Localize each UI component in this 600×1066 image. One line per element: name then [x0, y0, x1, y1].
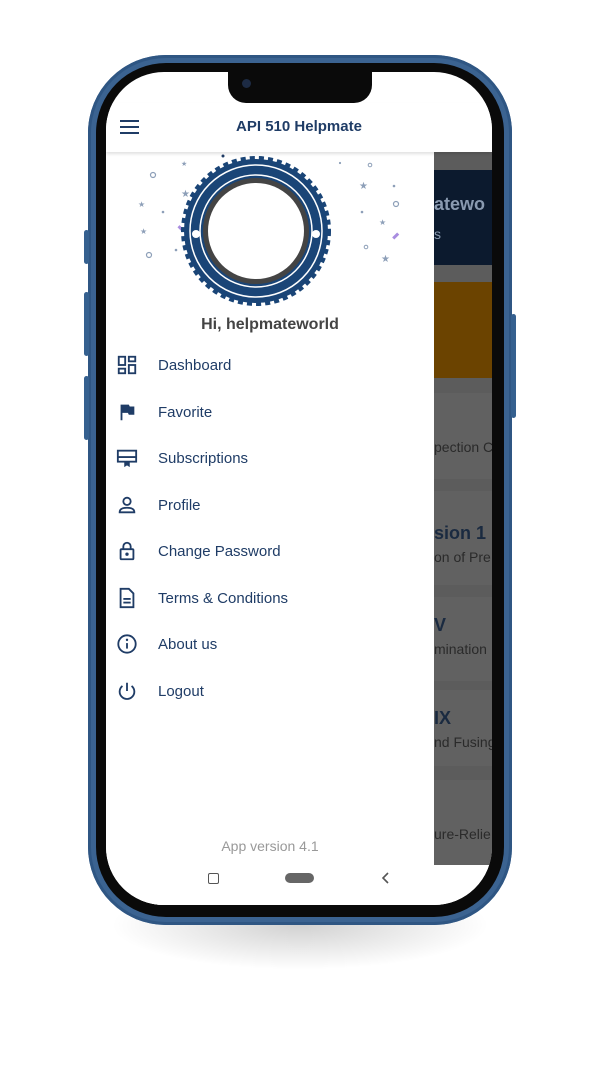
dashboard-icon: [117, 355, 137, 375]
menu-item-dashboard[interactable]: Dashboard: [116, 350, 416, 380]
menu-item-logout[interactable]: Logout: [116, 676, 416, 706]
system-nav-bar: [106, 865, 492, 905]
menu-item-change-password[interactable]: Change Password: [116, 536, 416, 566]
power-icon: [118, 682, 136, 700]
home-icon[interactable]: [285, 873, 314, 883]
navigation-drawer: ★ ★ ★ ★ ★ ★ ★ Hi, helpmateworld Dashboard Fav…: [106, 152, 434, 905]
screen: API 510 Helpmate atewo s pection C sion 1…: [106, 72, 492, 905]
person-icon: [118, 496, 136, 514]
bg-card: atewo s: [434, 170, 492, 265]
app-header: API 510 Helpmate: [106, 103, 492, 152]
app-version: App version 4.1: [221, 838, 319, 854]
svg-text:★: ★: [138, 200, 145, 209]
menu-item-about[interactable]: About us: [116, 629, 416, 659]
app-title: API 510 Helpmate: [236, 118, 362, 135]
bg-card: pection C: [434, 393, 492, 479]
menu-item-subscriptions[interactable]: Subscriptions: [116, 443, 416, 473]
bg-card: [434, 282, 492, 378]
phone-side-button: [84, 376, 89, 440]
svg-text:★: ★: [359, 181, 368, 192]
menu-item-label: Profile: [158, 496, 201, 514]
subscriptions-icon: [116, 449, 138, 468]
menu-item-label: Logout: [158, 682, 204, 700]
notch: [228, 72, 372, 103]
menu-item-label: Dashboard: [158, 356, 232, 374]
bg-card: IX nd Fusing: [434, 690, 492, 766]
menu-item-label: Terms & Conditions: [158, 589, 289, 607]
dimmed-background-content[interactable]: atewo s pection C sion 1 on of Pre Vminati…: [434, 152, 492, 865]
menu-item-terms[interactable]: Terms & Conditions: [116, 583, 416, 613]
document-icon: [119, 587, 135, 609]
lock-icon: [119, 541, 135, 561]
bg-card: ure-Relie: [434, 780, 492, 865]
bg-card: sion 1 on of Pre: [434, 491, 492, 585]
menu-item-profile[interactable]: Profile: [116, 490, 416, 520]
svg-text:★: ★: [181, 160, 187, 168]
user-greeting: Hi, helpmateworld: [201, 316, 339, 333]
svg-text:★: ★: [381, 254, 390, 265]
badge-avatar-icon: ★ ★ ★ ★ ★ ★ ★: [138, 154, 400, 306]
bg-card: Vmination: [434, 597, 492, 681]
svg-text:★: ★: [181, 189, 190, 200]
phone-side-button: [84, 230, 89, 264]
menu-item-label: Subscriptions: [158, 449, 249, 467]
flag-icon: [120, 404, 135, 421]
recent-apps-icon[interactable]: [208, 873, 219, 884]
back-icon[interactable]: [381, 871, 391, 885]
info-icon: [117, 634, 137, 654]
camera-icon: [242, 79, 251, 88]
menu-item-label: Favorite: [158, 403, 213, 421]
menu-item-label: Change Password: [158, 542, 281, 560]
phone-side-button: [84, 292, 89, 356]
svg-text:★: ★: [379, 218, 386, 227]
svg-text:★: ★: [140, 227, 147, 236]
menu-item-favorite[interactable]: Favorite: [116, 397, 416, 427]
phone-side-button: [511, 314, 516, 418]
menu-item-label: About us: [158, 635, 218, 653]
